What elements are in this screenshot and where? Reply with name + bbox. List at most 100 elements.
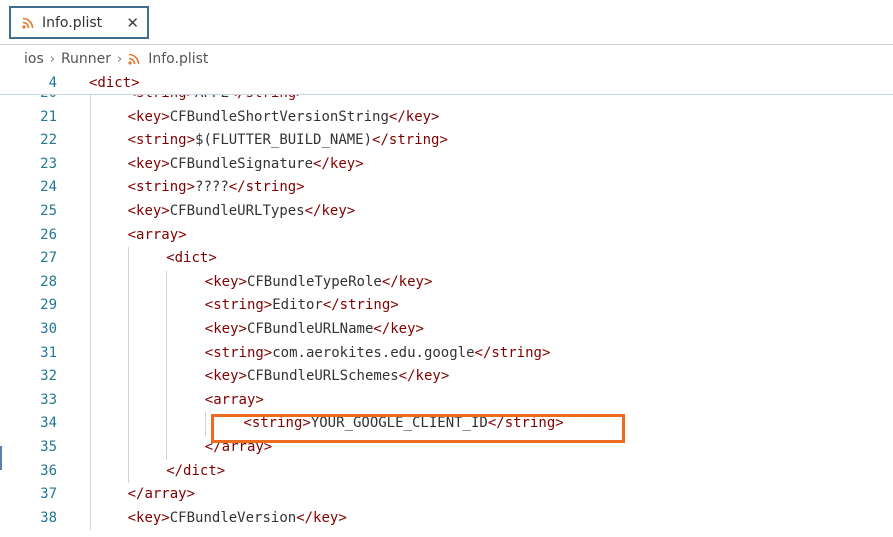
indent-guide xyxy=(128,436,129,460)
code-text: <string>$(FLUTTER_BUILD_NAME)</string> xyxy=(127,132,448,149)
tab-title: Info.plist xyxy=(42,14,103,31)
breadcrumb-separator: › xyxy=(117,51,123,67)
indent-guide xyxy=(90,223,91,248)
indent-guide xyxy=(90,270,91,295)
line-number: 25 xyxy=(40,203,57,219)
indent-guide xyxy=(128,247,129,271)
code-text: <dict> xyxy=(89,75,140,91)
tab-bar: Info.plist ✕ xyxy=(0,0,893,45)
line-number: 23 xyxy=(40,155,57,172)
scroll-marker xyxy=(0,446,2,470)
indent-guide xyxy=(90,365,91,389)
code-text: </array> xyxy=(127,486,196,503)
close-icon[interactable]: ✕ xyxy=(126,13,139,33)
line-number: 26 xyxy=(40,226,57,243)
sticky-scroll-line[interactable]: 4 <dict> xyxy=(0,72,893,95)
indent-guide xyxy=(166,318,167,342)
code-line[interactable]: 28 <key>CFBundleTypeRole</key> xyxy=(0,270,893,295)
breadcrumb-item-runner[interactable]: Runner xyxy=(61,51,111,67)
code-line[interactable]: 24 <string>????</string> xyxy=(0,176,893,200)
code-text: <key>CFBundleShortVersionString</key> xyxy=(127,108,440,125)
indent-guide xyxy=(90,412,91,436)
indent-guide xyxy=(166,294,167,318)
breadcrumb-item-info-plist[interactable]: Info.plist xyxy=(148,51,208,67)
code-text: <key>CFBundleVersion</key> xyxy=(127,509,347,526)
code-line[interactable]: 27 <dict> xyxy=(0,247,893,271)
indent-guide xyxy=(128,388,129,413)
indent-guide xyxy=(90,341,91,366)
code-text: <array> xyxy=(204,391,264,408)
code-line[interactable]: 36 </dict> xyxy=(0,459,893,484)
indent-guide xyxy=(90,506,91,531)
code-line[interactable]: 23 <key>CFBundleSignature</key> xyxy=(0,152,893,177)
rss-icon xyxy=(128,53,140,65)
indent-guide xyxy=(90,436,91,460)
line-number: 21 xyxy=(40,108,57,125)
code-text: <key>CFBundleSignature</key> xyxy=(127,155,364,172)
code-line[interactable]: 37 </array> xyxy=(0,483,893,507)
code-line[interactable]: 32 <key>CFBundleURLSchemes</key> xyxy=(0,365,893,389)
line-number: 24 xyxy=(40,179,57,196)
code-line[interactable]: 25 <key>CFBundleURLTypes</key> xyxy=(0,200,893,224)
code-text: <string>????</string> xyxy=(127,179,305,196)
breadcrumb: ios › Runner › Info.plist xyxy=(0,46,893,72)
line-number: 4 xyxy=(48,75,57,91)
code-text: <key>CFBundleURLTypes</key> xyxy=(127,203,356,219)
indent-guide xyxy=(205,412,206,436)
line-number: 30 xyxy=(40,321,57,337)
line-number: 37 xyxy=(40,486,57,503)
code-editor[interactable]: 4 <dict> 20<string>APPL</string>21<key>C… xyxy=(0,72,893,537)
code-line[interactable]: 33 <array> xyxy=(0,388,893,413)
indent-guide xyxy=(128,318,129,342)
line-number: 34 xyxy=(40,415,57,432)
indent-guide xyxy=(90,129,91,153)
indent-guide xyxy=(166,365,167,389)
indent-guide xyxy=(128,459,129,484)
code-text: <dict> xyxy=(166,250,217,267)
line-number: 27 xyxy=(40,250,57,267)
indent-guide xyxy=(90,200,91,224)
indent-guide xyxy=(166,270,167,295)
indent-guide xyxy=(90,388,91,413)
line-number: 32 xyxy=(40,368,57,385)
code-line[interactable]: 21 <key>CFBundleShortVersionString</key> xyxy=(0,105,893,130)
line-number: 33 xyxy=(40,391,57,408)
indent-guide xyxy=(90,152,91,177)
line-number: 28 xyxy=(40,273,57,290)
indent-guide xyxy=(166,412,167,436)
code-text: <key>CFBundleURLName</key> xyxy=(204,321,424,337)
code-text: <key>CFBundleTypeRole</key> xyxy=(204,273,433,290)
indent-guide xyxy=(128,270,129,295)
code-line[interactable]: 30 <key>CFBundleURLName</key> xyxy=(0,318,893,342)
indent-guide xyxy=(128,341,129,366)
code-text: <array> xyxy=(127,226,187,243)
code-line[interactable]: 38 <key>CFBundleVersion</key> xyxy=(0,506,893,531)
breadcrumb-item-ios[interactable]: ios xyxy=(24,51,44,67)
line-number: 35 xyxy=(40,439,57,455)
indent-guide xyxy=(90,105,91,130)
code-line[interactable]: 31 <string>com.aerokites.edu.google</stri… xyxy=(0,341,893,366)
line-number: 29 xyxy=(40,297,57,314)
rss-icon xyxy=(22,17,34,29)
indent-guide xyxy=(166,436,167,460)
code-text: <string>Editor</string> xyxy=(204,297,399,314)
indent-guide xyxy=(128,365,129,389)
indent-guide xyxy=(90,294,91,318)
code-text: </dict> xyxy=(166,462,226,479)
indent-guide xyxy=(166,341,167,366)
highlight-annotation xyxy=(211,414,625,443)
line-number: 38 xyxy=(40,509,57,526)
code-line[interactable]: 26 <array> xyxy=(0,223,893,248)
indent-guide xyxy=(128,412,129,436)
line-number: 22 xyxy=(40,132,57,149)
tab-info-plist[interactable]: Info.plist ✕ xyxy=(9,6,149,39)
line-number: 31 xyxy=(40,344,57,361)
code-text: <string>com.aerokites.edu.google</string… xyxy=(204,344,551,361)
indent-guide xyxy=(90,247,91,271)
indent-guide xyxy=(166,388,167,413)
code-line[interactable]: 22 <string>$(FLUTTER_BUILD_NAME)</string> xyxy=(0,129,893,153)
indent-guide xyxy=(90,176,91,200)
code-line[interactable]: 29 <string>Editor</string> xyxy=(0,294,893,318)
line-number: 36 xyxy=(40,462,57,479)
code-text: <key>CFBundleURLSchemes</key> xyxy=(204,368,450,385)
